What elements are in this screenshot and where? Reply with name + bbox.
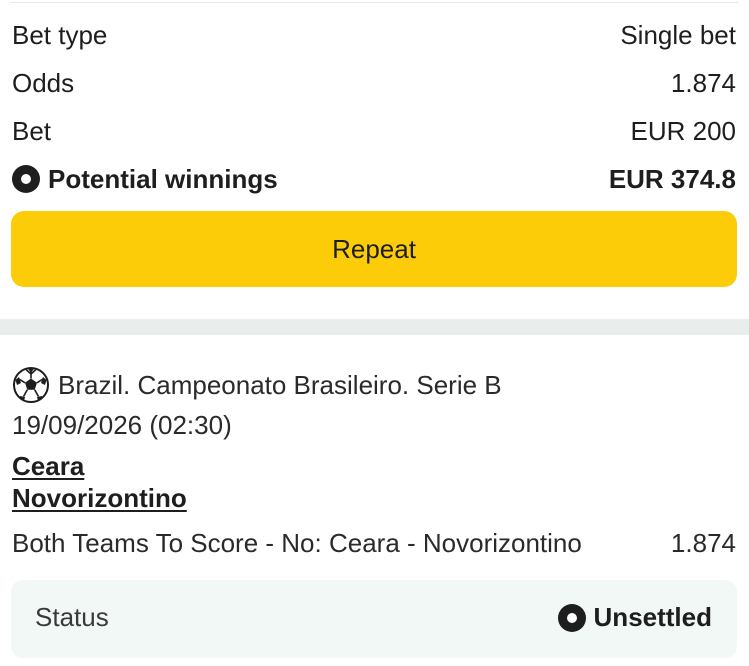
home-team-link[interactable]: Ceara bbox=[12, 451, 84, 482]
league-header: Brazil. Campeonato Brasileiro. Serie B bbox=[12, 366, 502, 404]
section-divider bbox=[0, 319, 749, 335]
selection-text: Both Teams To Score - No: Ceara - Novori… bbox=[12, 528, 582, 558]
status-panel: Status Unsettled bbox=[11, 580, 737, 658]
selection-odds: 1.874 bbox=[670, 528, 736, 558]
odds-label: Odds bbox=[12, 67, 75, 98]
soccer-ball-icon bbox=[13, 367, 49, 403]
stake-label: Bet bbox=[12, 115, 52, 146]
radio-dot-icon bbox=[12, 165, 40, 193]
away-team-link[interactable]: Novorizontino bbox=[12, 483, 187, 514]
odds-row: Odds 1.874 bbox=[12, 63, 736, 103]
status-label: Status bbox=[35, 602, 109, 632]
stake-row: Bet EUR 200 bbox=[12, 111, 736, 151]
status-value: Unsettled bbox=[557, 602, 712, 633]
radio-dot-icon bbox=[557, 603, 586, 632]
bet-type-row: Bet type Single bet bbox=[12, 15, 736, 55]
potential-winnings-value: EUR 374.8 bbox=[608, 163, 736, 194]
bet-type-label: Bet type bbox=[12, 19, 108, 50]
repeat-button[interactable]: Repeat bbox=[11, 211, 737, 287]
league-name: Brazil. Campeonato Brasileiro. Serie B bbox=[58, 369, 502, 400]
bet-type-value: Single bet bbox=[620, 19, 736, 50]
potential-winnings-row: Potential winnings EUR 374.8 bbox=[12, 159, 736, 199]
selection-row: Both Teams To Score - No: Ceara - Novori… bbox=[12, 528, 736, 559]
event-datetime: 19/09/2026 (02:30) bbox=[12, 410, 232, 440]
stake-value: EUR 200 bbox=[630, 115, 737, 146]
bet-summary: Bet type Single bet Odds 1.874 Bet EUR 2… bbox=[0, 0, 749, 320]
status-text: Unsettled bbox=[593, 602, 712, 632]
bet-details-page: Bet type Single bet Odds 1.874 Bet EUR 2… bbox=[0, 0, 749, 666]
odds-value: 1.874 bbox=[670, 67, 736, 98]
potential-winnings-label: Potential winnings bbox=[48, 163, 278, 194]
